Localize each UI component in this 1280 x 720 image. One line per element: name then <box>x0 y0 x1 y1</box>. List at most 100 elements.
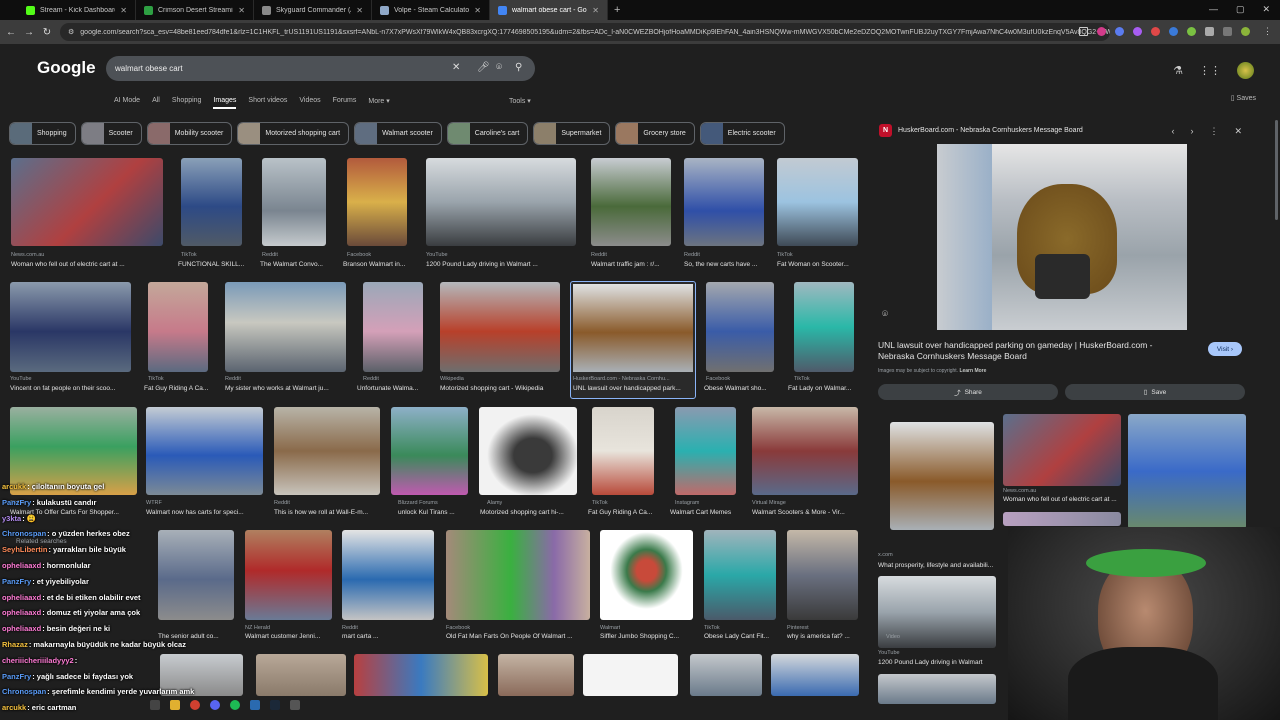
learn-more-link[interactable]: Learn More <box>959 368 986 374</box>
chat-username: SeyhLibertin <box>2 545 48 555</box>
result-image[interactable] <box>446 530 590 620</box>
result-image[interactable] <box>262 158 326 246</box>
chat-username: Chronospan <box>2 687 47 697</box>
profile-icon[interactable] <box>1241 27 1250 36</box>
thumbnail <box>573 284 693 372</box>
app-icon[interactable] <box>150 700 160 710</box>
extension-icon[interactable] <box>1097 27 1106 36</box>
result-image[interactable] <box>794 282 854 372</box>
result-image[interactable] <box>391 407 468 495</box>
result-image[interactable] <box>706 282 774 372</box>
chat-username: y3kta <box>2 513 22 523</box>
chat-text: : kulakustü candır <box>32 497 97 507</box>
avatar[interactable] <box>1237 62 1254 79</box>
preview-title[interactable]: UNL lawsuit over handicapped parking on … <box>878 340 1168 362</box>
webcam-overlay <box>1008 527 1280 720</box>
related-image[interactable] <box>1003 512 1121 526</box>
result-image[interactable] <box>787 530 858 620</box>
extension-icon[interactable] <box>1169 27 1178 36</box>
app-icon[interactable] <box>250 700 260 710</box>
huskerboard-icon: N <box>879 124 892 137</box>
panel-source[interactable]: N HuskerBoard.com - Nebraska Cornhuskers… <box>879 124 1083 137</box>
result-image[interactable] <box>10 282 131 372</box>
close-icon[interactable]: ✕ <box>1234 126 1242 137</box>
share-button[interactable]: ⤴ Share <box>878 384 1058 400</box>
result-image[interactable] <box>256 654 346 696</box>
result-image[interactable] <box>479 407 577 495</box>
related-image[interactable] <box>890 422 994 530</box>
result-image[interactable] <box>11 158 163 246</box>
chevron-left-icon[interactable]: ‹ <box>1171 126 1174 137</box>
result-image[interactable] <box>347 158 407 246</box>
result-image[interactable] <box>583 654 678 696</box>
chat-username: opheliaaxd <box>2 561 42 570</box>
apps-icon[interactable]: ⋮⋮ <box>1199 64 1221 77</box>
bookmark-icon[interactable] <box>1079 27 1088 36</box>
maximize-icon[interactable]: ▢ <box>1236 4 1245 15</box>
result-image[interactable] <box>148 282 208 372</box>
result-image[interactable] <box>591 158 671 246</box>
preview-image[interactable] <box>937 144 1187 330</box>
preview-shelf <box>937 144 992 330</box>
saves-button[interactable]: ▯ Saves <box>1231 94 1256 102</box>
extension-icon[interactable] <box>1151 27 1160 36</box>
result-image[interactable] <box>354 654 488 696</box>
chat-message: Rhazaz: makarnayla büyüdük ne kadar büyü… <box>2 640 186 649</box>
extension-icon[interactable] <box>1187 27 1196 36</box>
extension-icon[interactable] <box>1205 27 1214 36</box>
chat-message: Chronospan: şerefimle kendimi yerde yuva… <box>2 687 194 696</box>
minimize-icon[interactable]: — <box>1209 4 1218 15</box>
result-image[interactable] <box>684 158 764 246</box>
result-image[interactable] <box>675 407 736 495</box>
chevron-right-icon[interactable]: › <box>1190 126 1193 137</box>
result-image[interactable] <box>600 530 693 620</box>
extensions <box>1079 27 1250 36</box>
scrollbar[interactable] <box>1275 120 1278 220</box>
related-image[interactable] <box>878 674 996 704</box>
chat-text: : domuz eti yiyolar ama çok <box>42 608 141 618</box>
app-icon[interactable] <box>290 700 300 710</box>
chat-text: : et yiyebiliyolar <box>32 576 89 586</box>
result-image[interactable] <box>342 530 434 620</box>
lens-icon[interactable]: ⌾ <box>882 309 888 320</box>
labs-icon[interactable]: ⚗ <box>1173 64 1183 77</box>
chat-text: : hormonlular <box>42 561 91 570</box>
result-image[interactable] <box>225 282 346 372</box>
extension-icon[interactable] <box>1133 27 1142 36</box>
more-icon[interactable]: ⋮ <box>1209 126 1218 137</box>
result-image[interactable] <box>440 282 560 372</box>
steam-icon[interactable] <box>270 700 280 710</box>
spotify-icon[interactable] <box>230 700 240 710</box>
extension-icon[interactable] <box>1223 27 1232 36</box>
chat-username: arcukk <box>2 703 27 713</box>
chat-username: cheriiicheriiiladyyy2 <box>2 655 74 665</box>
result-image[interactable] <box>704 530 776 620</box>
folder-icon[interactable] <box>170 700 180 710</box>
chat-text: : makarnayla büyüdük ne kadar büyük olca… <box>28 640 186 649</box>
result-image[interactable] <box>752 407 858 495</box>
close-window-icon[interactable]: ✕ <box>1262 4 1270 15</box>
chat-username: arcukk <box>2 482 27 491</box>
save-button[interactable]: ▯ Save <box>1065 384 1245 400</box>
result-image[interactable] <box>181 158 242 246</box>
menu-icon[interactable]: ⋮ <box>1263 26 1272 37</box>
chrome-icon[interactable] <box>190 700 200 710</box>
result-image[interactable] <box>498 654 574 696</box>
result-image[interactable] <box>690 654 762 696</box>
extension-icon[interactable] <box>1115 27 1124 36</box>
result-image[interactable] <box>426 158 576 246</box>
bookmark-icon: ▯ <box>1143 389 1148 396</box>
discord-icon[interactable] <box>210 700 220 710</box>
result-image[interactable] <box>771 654 859 696</box>
visit-button[interactable]: Visit › <box>1208 342 1242 356</box>
related-image[interactable] <box>1128 414 1246 529</box>
chat-text: : yarrakları bile büyük <box>48 545 126 555</box>
result-image[interactable] <box>274 407 380 495</box>
result-image[interactable] <box>777 158 858 246</box>
chat-text: : eric cartman <box>27 703 77 713</box>
result-image[interactable] <box>363 282 423 372</box>
chat-text: : yağlı sadece bi faydası yok <box>32 671 134 681</box>
result-image[interactable] <box>592 407 654 495</box>
related-image[interactable] <box>1003 414 1121 486</box>
chat-username: PanzFry <box>2 576 32 586</box>
